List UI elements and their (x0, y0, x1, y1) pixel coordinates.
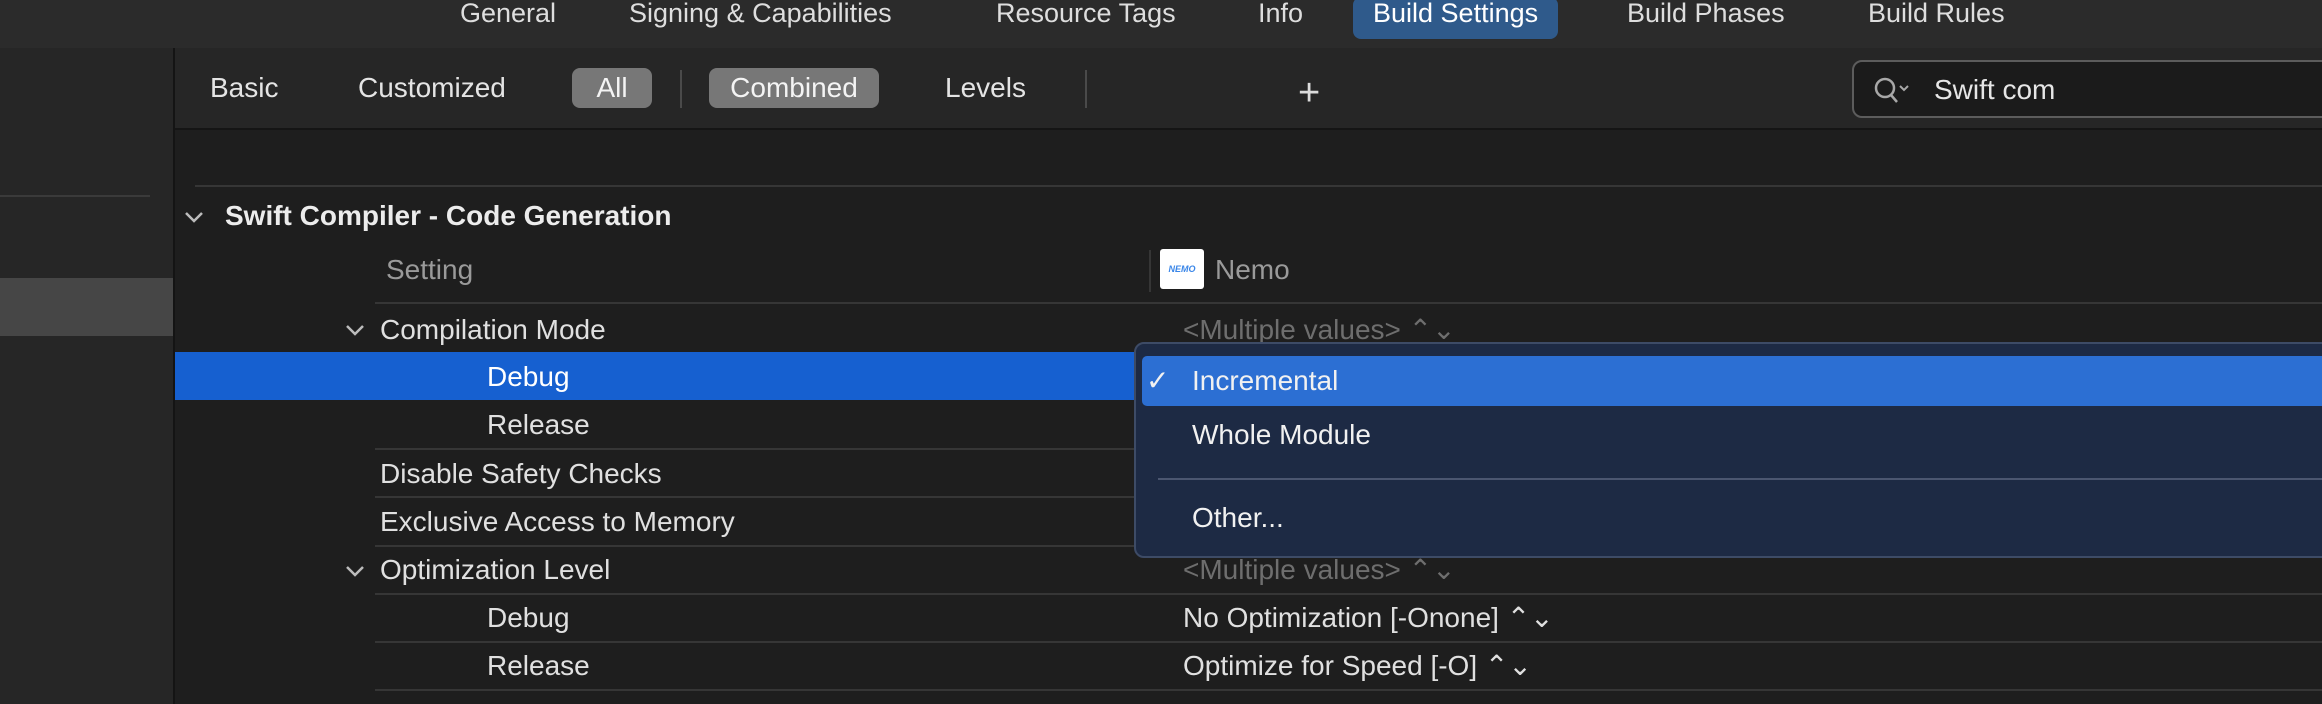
row-divider (375, 448, 1135, 450)
filter-divider (1085, 70, 1087, 108)
search-field[interactable]: Swift com (1852, 60, 2322, 118)
tab-general[interactable]: General (460, 0, 556, 39)
menu-separator (1158, 478, 2322, 480)
search-icon (1874, 77, 1909, 103)
setting-optimization-release[interactable]: Release (487, 649, 590, 683)
filter-all-button[interactable]: All (572, 68, 652, 108)
tab-build-settings[interactable]: Build Settings (1353, 0, 1559, 39)
column-header-target: Nemo (1215, 254, 1290, 285)
checkmark-icon: ✓ (1146, 365, 1170, 396)
sidebar-selected-target[interactable] (0, 278, 173, 336)
filter-customized-button[interactable]: Customized (358, 68, 506, 108)
project-navigator (0, 48, 175, 704)
section-title: Swift Compiler - Code Generation (225, 200, 672, 231)
optimization-release-value[interactable]: Optimize for Speed [-O] ⌃⌄ (1183, 649, 1532, 683)
section-top-rule (195, 185, 2322, 187)
compilation-mode-menu: ✓ Incremental Whole Module Other... (1134, 342, 2322, 558)
tab-signing-capabilities[interactable]: Signing & Capabilities (629, 0, 892, 39)
setting-compilation-debug[interactable]: Debug (487, 360, 570, 394)
setting-optimization-debug[interactable]: Debug (487, 601, 570, 635)
target-app-icon: NEMO (1160, 249, 1204, 289)
sidebar-divider (0, 195, 150, 197)
editor-tab-bar: General Signing & Capabilities Resource … (0, 0, 2322, 49)
menu-item-other[interactable]: Other... (1192, 501, 1284, 535)
menu-item-incremental[interactable]: Incremental (1192, 364, 1338, 398)
setting-disable-safety-checks[interactable]: Disable Safety Checks (380, 457, 662, 491)
view-levels-button[interactable]: Levels (945, 68, 1026, 108)
setting-optimization-level[interactable]: Optimization Level (380, 553, 610, 587)
setting-compilation-mode[interactable]: Compilation Mode (380, 313, 606, 347)
search-input[interactable]: Swift com (1934, 72, 2055, 108)
menu-item-whole-module[interactable]: Whole Module (1192, 418, 1371, 452)
view-combined-button[interactable]: Combined (709, 68, 879, 108)
tab-resource-tags[interactable]: Resource Tags (996, 0, 1176, 39)
chevron-down-icon[interactable] (343, 559, 367, 583)
column-header-setting: Setting (386, 254, 474, 285)
row-divider (375, 496, 1135, 498)
tab-info[interactable]: Info (1258, 0, 1303, 39)
tab-build-rules[interactable]: Build Rules (1868, 0, 2005, 39)
optimization-debug-value[interactable]: No Optimization [-Onone] ⌃⌄ (1183, 601, 1554, 635)
chevron-down-icon[interactable] (182, 205, 206, 229)
optimization-level-value[interactable]: <Multiple values> ⌃⌄ (1183, 553, 1456, 587)
selected-row-highlight (175, 352, 1135, 400)
setting-compilation-release[interactable]: Release (487, 408, 590, 442)
add-setting-button[interactable]: + (1298, 73, 1320, 113)
chevron-down-icon[interactable] (343, 318, 367, 342)
row-divider (375, 302, 2322, 304)
filter-basic-button[interactable]: Basic (210, 68, 278, 108)
column-divider (1149, 250, 1151, 292)
row-divider (375, 641, 2322, 643)
row-divider (375, 593, 2322, 595)
tab-build-phases[interactable]: Build Phases (1627, 0, 1785, 39)
setting-exclusive-access-memory[interactable]: Exclusive Access to Memory (380, 505, 735, 539)
row-divider (375, 689, 2322, 691)
filter-divider (680, 70, 682, 108)
